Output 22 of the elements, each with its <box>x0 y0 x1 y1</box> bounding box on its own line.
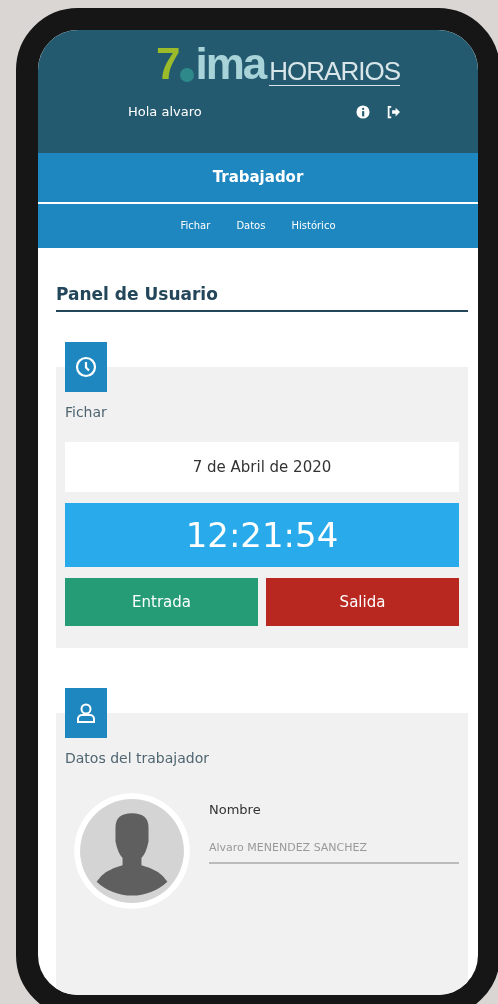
clock-icon <box>74 355 98 379</box>
logo-product-name: HORARIOS <box>269 57 400 86</box>
clock-button[interactable]: Salida <box>266 578 459 626</box>
logo-dot-icon <box>180 68 195 82</box>
field-label: Nombre <box>209 802 262 817</box>
date-display: 7 de Abril de 2020 <box>65 442 459 492</box>
card-title: Fichar <box>65 404 108 420</box>
section-title: Trabajador <box>38 152 478 204</box>
card-title: Datos del trabajador <box>65 750 210 766</box>
nav-link[interactable]: Histórico <box>291 220 336 232</box>
greeting-text: Hola alvaro <box>128 104 202 119</box>
logout-icon[interactable] <box>386 104 400 119</box>
nav-link[interactable]: Fichar <box>180 220 211 232</box>
clock-button[interactable]: Entrada <box>65 578 258 626</box>
user-icon <box>74 701 98 725</box>
nav-link[interactable]: Datos <box>236 220 266 232</box>
name-field[interactable]: Alvaro MENENDEZ SANCHEZ <box>209 837 459 864</box>
time-display: 12:21:54 <box>65 503 459 567</box>
logo-mark: 7 <box>156 42 181 86</box>
logo-wordmark: ima <box>195 42 266 86</box>
panel-title: Panel de Usuario <box>56 284 468 312</box>
info-icon[interactable] <box>356 104 370 119</box>
